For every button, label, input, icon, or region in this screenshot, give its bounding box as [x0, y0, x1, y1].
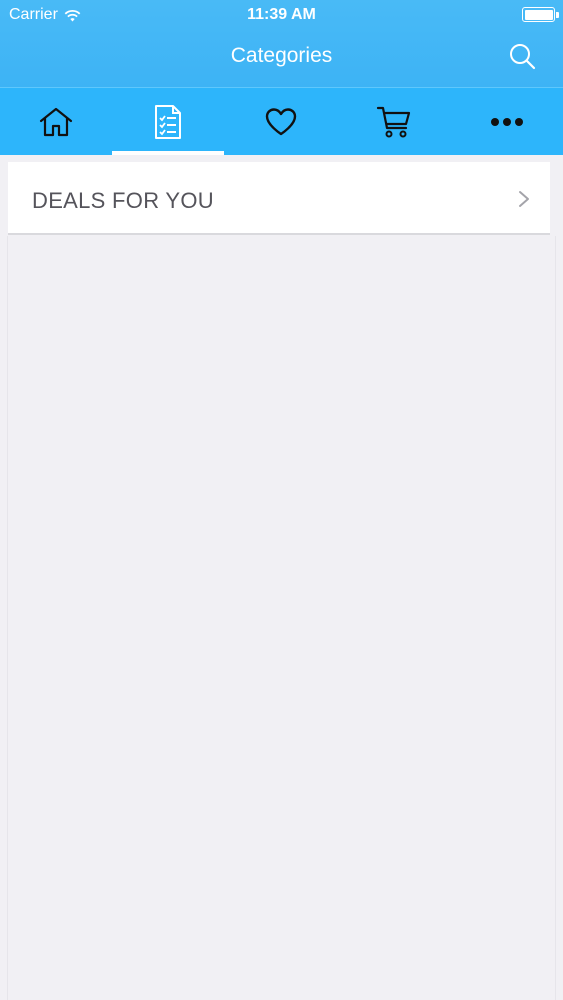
page-title: Categories — [230, 44, 333, 67]
battery-icon — [522, 7, 555, 22]
chevron-right-icon — [519, 191, 529, 207]
tab-more[interactable] — [451, 88, 563, 155]
tab-categories[interactable] — [112, 88, 224, 155]
checklist-icon — [155, 104, 181, 139]
more-icon — [491, 117, 523, 126]
search-icon — [510, 44, 536, 70]
heart-icon — [265, 107, 297, 135]
cart-icon — [376, 106, 411, 137]
tab-favorites[interactable] — [225, 88, 337, 155]
status-bar: Carrier 11:39 AM — [0, 0, 563, 30]
content-border-right — [555, 236, 556, 1000]
search-button[interactable] — [508, 42, 538, 72]
list-item-deals[interactable]: DEALS FOR YOU — [8, 162, 550, 235]
tab-bar — [0, 87, 563, 155]
tab-cart[interactable] — [338, 88, 450, 155]
home-icon — [39, 107, 73, 136]
status-time: 11:39 AM — [247, 6, 316, 23]
content-border-left — [7, 236, 8, 1000]
list-item-label: DEALS FOR YOU — [32, 188, 214, 213]
header: Carrier 11:39 AM Categories — [0, 0, 563, 87]
battery-level — [524, 9, 553, 20]
battery-tip — [556, 12, 559, 18]
tab-home[interactable] — [0, 88, 112, 155]
